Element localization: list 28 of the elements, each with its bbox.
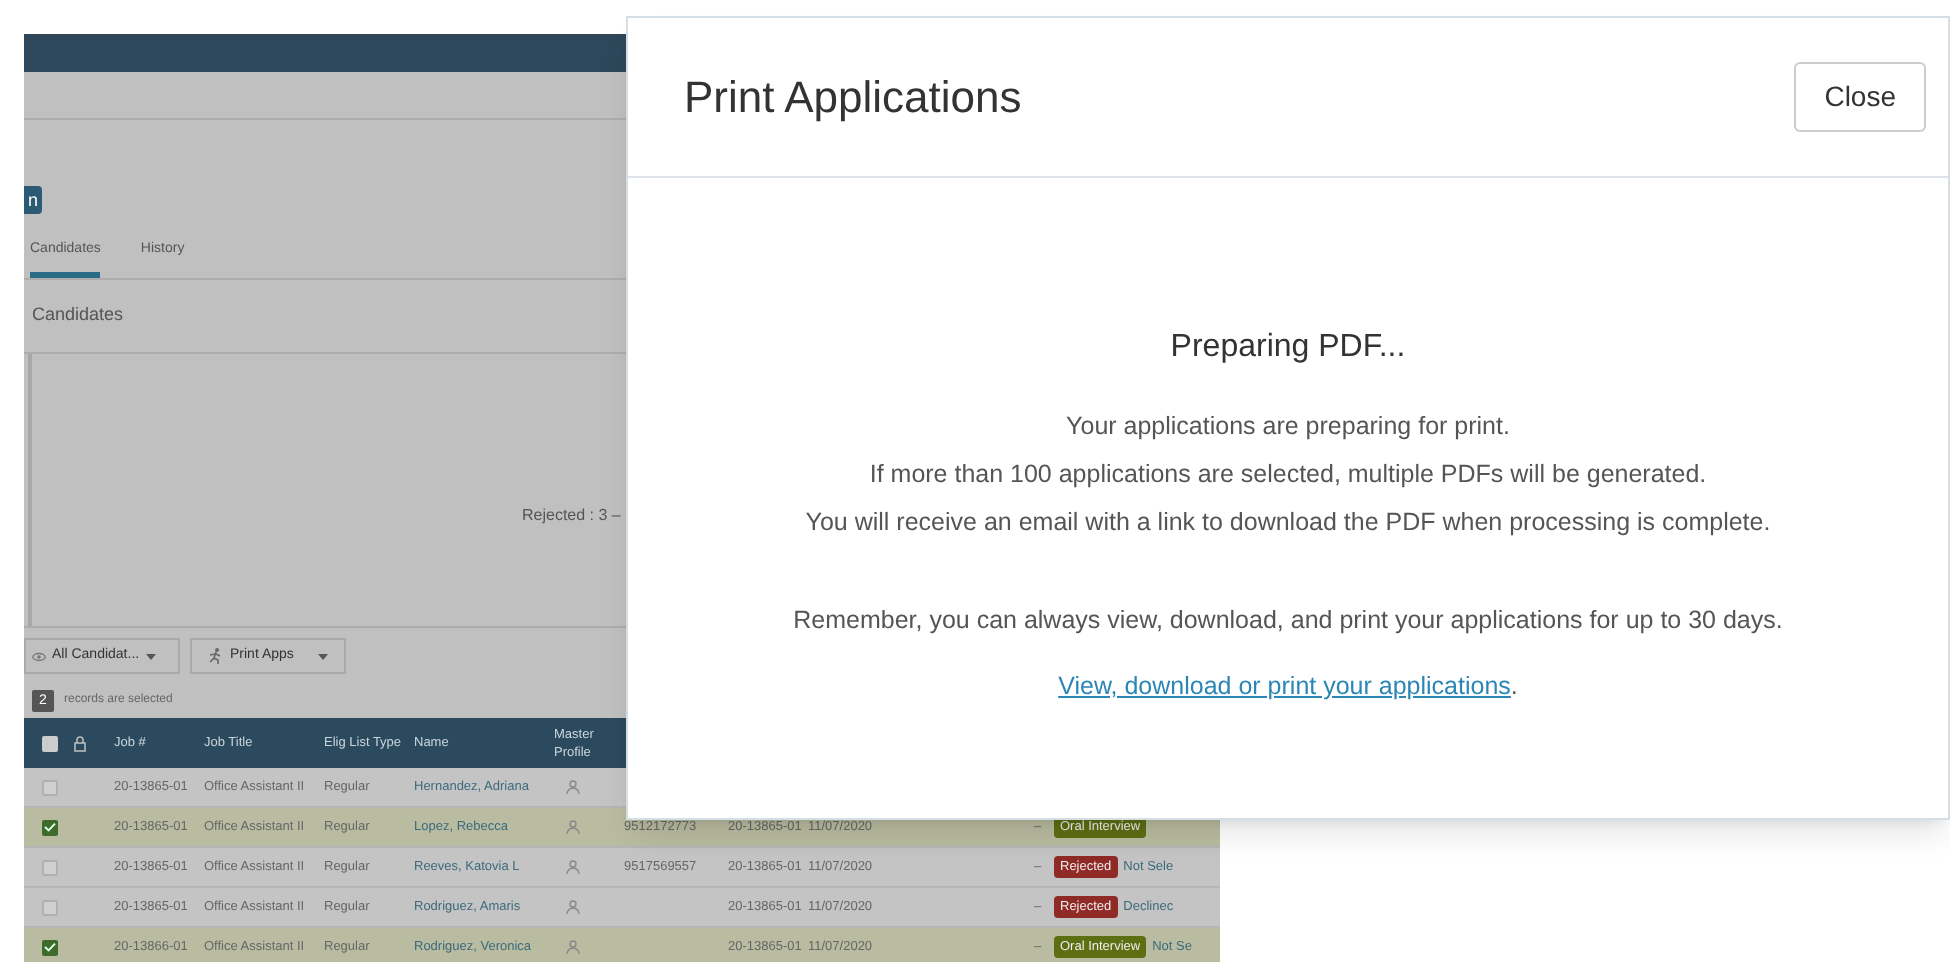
check-icon (43, 942, 55, 952)
status-heading: Preparing PDF... (1170, 328, 1406, 368)
lock-icon (74, 735, 86, 751)
applications-link[interactable]: View, download or print your applications (1058, 672, 1511, 700)
link-period: . (1510, 672, 1518, 700)
summary-label: Rejected : 3 – (522, 504, 621, 528)
eye-icon (32, 651, 46, 661)
caret-icon (145, 653, 156, 659)
dialog-title: Print Applications (684, 70, 1022, 126)
reminder-text: Remember, you can always view, download, and print your applications for up to 30 days. (791, 604, 1785, 638)
info-text: If more than 100 applications are selected, multiple PDFs will be generated. (869, 458, 1707, 492)
info-text: You will receive an email with a link to download the PDF when processing is complete. (805, 506, 1771, 540)
action-button[interactable]: n (24, 186, 43, 214)
row-checkbox[interactable] (41, 779, 57, 795)
running-figure-icon (208, 648, 222, 664)
section-title: Candidates (32, 302, 124, 329)
person-icon[interactable] (566, 860, 580, 874)
person-icon[interactable] (566, 940, 580, 954)
caret-icon (317, 653, 328, 659)
check-icon (43, 822, 55, 832)
close-button[interactable]: Close (1794, 62, 1926, 132)
person-icon[interactable] (566, 780, 580, 794)
person-icon[interactable] (566, 900, 580, 914)
row-checkbox[interactable] (41, 899, 57, 915)
person-icon[interactable] (566, 820, 580, 834)
row-checkbox[interactable] (41, 859, 57, 875)
info-text: Your applications are preparing for print. (1066, 410, 1510, 444)
header-checkbox[interactable] (41, 735, 57, 751)
